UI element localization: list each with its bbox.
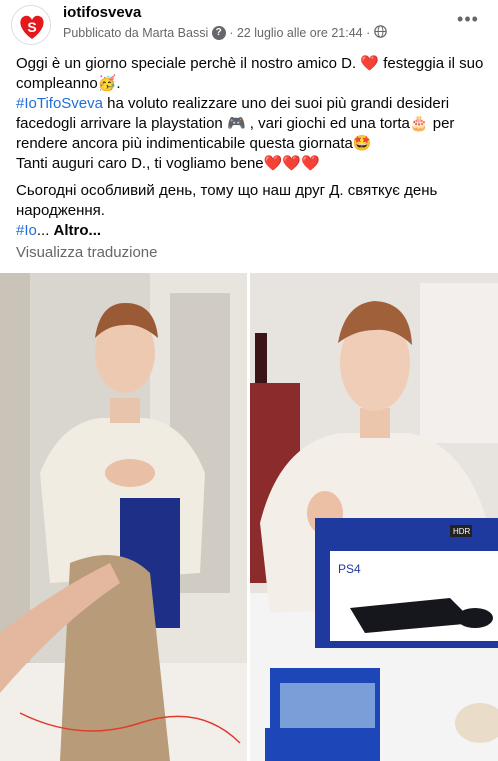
see-translation-link[interactable]: Visualizza traduzione — [16, 244, 157, 261]
post-paragraph-2: #IoTifoSveva ha voluto realizzare uno de… — [16, 94, 486, 154]
post-meta: Pubblicato da Marta Bassi ? · 22 luglio … — [63, 25, 387, 41]
hashtag-link[interactable]: #IoTifoSveva — [16, 95, 103, 112]
post-body: Oggi è un giorno speciale perchè il nost… — [16, 54, 486, 241]
boy-with-ps4-photo[interactable]: PS4 HDR — [250, 273, 498, 761]
published-by[interactable]: Pubblicato da Marta Bassi — [63, 26, 208, 40]
svg-text:S: S — [27, 19, 36, 35]
photo-grid: PS4 PS4 — [0, 273, 498, 761]
more-options-button[interactable]: ••• — [456, 10, 480, 34]
post-paragraph-1: Oggi è un giorno speciale perchè il nost… — [16, 54, 486, 94]
page-name-link[interactable]: iotifosveva — [63, 4, 141, 21]
meta-separator: · — [229, 26, 234, 40]
post-line-1: Oggi è un giorno speciale perchè il nost… — [16, 55, 357, 72]
post-line-3: Tanti auguri caro D., ti vogliamo bene — [16, 155, 264, 172]
page-avatar[interactable]: S — [11, 5, 51, 45]
heart-logo-icon: S — [12, 6, 50, 44]
heart-emoji: ❤️ — [360, 55, 380, 72]
post-paragraph-5: #Io... Altro... — [16, 221, 486, 241]
hashtag-truncated-link[interactable]: #Io — [16, 222, 37, 239]
post-header: S iotifosveva Pubblicato da Marta Bassi … — [0, 0, 498, 48]
post-ukrainian-paragraph: Сьогодні особливий день, тому що наш дру… — [16, 182, 438, 219]
ps4-box-label: PS4 — [338, 562, 361, 576]
see-more-link[interactable]: Altro... — [54, 222, 102, 239]
post-paragraph-3: Tanti auguri caro D., ti vogliamo bene❤️… — [16, 154, 486, 174]
photo-right-illustration: PS4 HDR — [250, 273, 498, 761]
meta-separator-2: · — [366, 26, 371, 40]
hdr-badge: HDR — [453, 527, 471, 536]
photo-left-illustration: PS4 — [0, 273, 247, 761]
hearts-emoji: ❤️❤️❤️ — [263, 155, 320, 172]
globe-icon — [373, 25, 387, 41]
truncation-ellipsis: ... — [36, 222, 50, 239]
boy-opening-gift-photo[interactable]: PS4 — [0, 273, 247, 761]
question-circle-icon[interactable]: ? — [211, 26, 226, 40]
post-timestamp[interactable]: 22 luglio alle ore 21:44 — [237, 26, 363, 40]
